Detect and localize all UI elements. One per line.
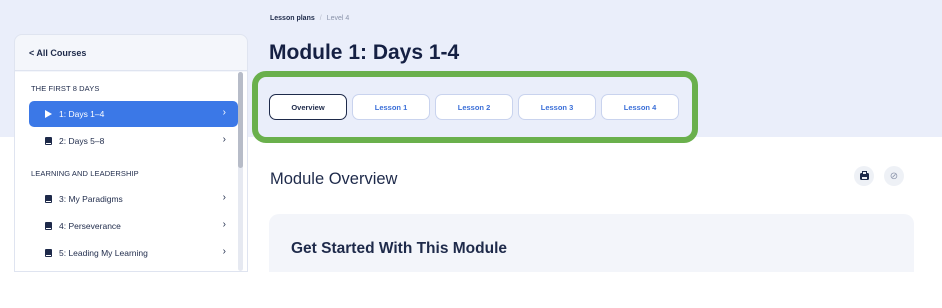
breadcrumb-current: Level 4 bbox=[326, 15, 350, 22]
sidebar-item-label: 3: My Paradigms bbox=[59, 194, 123, 204]
book-icon bbox=[43, 195, 53, 203]
sidebar-item-my-paradigms[interactable]: 3: My Paradigms › bbox=[29, 186, 238, 212]
sidebar-section-first-8-days: THE FIRST 8 DAYS bbox=[31, 84, 100, 93]
sidebar-item-leading-my-learning[interactable]: 5: Leading My Learning › bbox=[29, 240, 238, 266]
tab-overview[interactable]: Overview bbox=[269, 94, 347, 120]
tab-label: Lesson 3 bbox=[540, 102, 574, 112]
page-title: Module 1: Days 1-4 bbox=[269, 41, 460, 64]
tab-label: Lesson 1 bbox=[374, 102, 408, 112]
sidebar-item-days-5-8[interactable]: 2: Days 5–8 › bbox=[29, 128, 238, 154]
print-button[interactable] bbox=[854, 166, 874, 186]
book-icon bbox=[43, 137, 53, 145]
chevron-right-icon: › bbox=[222, 192, 226, 203]
tab-label: Lesson 2 bbox=[457, 102, 491, 112]
course-sidebar: < All Courses THE FIRST 8 DAYS 1: Days 1… bbox=[14, 34, 248, 272]
sidebar-item-label: 1: Days 1–4 bbox=[59, 109, 105, 119]
all-courses-label: < All Courses bbox=[29, 47, 87, 58]
copy-link-button[interactable]: ⊘ bbox=[884, 166, 904, 186]
printer-icon bbox=[859, 170, 869, 180]
get-started-card: Get Started With This Module bbox=[269, 214, 914, 272]
chevron-right-icon: › bbox=[222, 246, 226, 257]
breadcrumb: Lesson plans / Level 4 bbox=[270, 15, 349, 22]
tab-label: Overview bbox=[291, 102, 325, 112]
sidebar-item-label: 5: Leading My Learning bbox=[59, 248, 148, 258]
tab-lesson-2[interactable]: Lesson 2 bbox=[435, 94, 513, 120]
sidebar-item-label: 2: Days 5–8 bbox=[59, 136, 105, 146]
tab-lesson-3[interactable]: Lesson 3 bbox=[518, 94, 596, 120]
play-icon bbox=[43, 110, 53, 118]
lesson-tabs: Overview Lesson 1 Lesson 2 Lesson 3 Less… bbox=[269, 94, 679, 120]
all-courses-link[interactable]: < All Courses bbox=[15, 35, 247, 71]
link-icon: ⊘ bbox=[889, 170, 899, 182]
book-icon bbox=[43, 249, 53, 257]
sidebar-list: THE FIRST 8 DAYS 1: Days 1–4 › 2: Days 5… bbox=[15, 72, 247, 271]
sidebar-scrollbar-thumb[interactable] bbox=[238, 72, 243, 168]
sidebar-item-days-1-4[interactable]: 1: Days 1–4 › bbox=[29, 101, 238, 127]
module-overview-title: Module Overview bbox=[270, 170, 398, 188]
page-bottom bbox=[0, 272, 942, 308]
tab-label: Lesson 4 bbox=[623, 102, 657, 112]
tab-lesson-1[interactable]: Lesson 1 bbox=[352, 94, 430, 120]
sidebar-section-learning-leadership: LEARNING AND LEADERSHIP bbox=[31, 169, 139, 178]
breadcrumb-lesson-plans[interactable]: Lesson plans bbox=[270, 15, 315, 22]
book-icon bbox=[43, 222, 53, 230]
chevron-right-icon: › bbox=[222, 107, 226, 118]
breadcrumb-separator: / bbox=[319, 15, 322, 22]
tab-lesson-4[interactable]: Lesson 4 bbox=[601, 94, 679, 120]
chevron-right-icon: › bbox=[222, 219, 226, 230]
chevron-right-icon: › bbox=[222, 134, 226, 145]
card-title: Get Started With This Module bbox=[291, 240, 508, 257]
sidebar-item-perseverance[interactable]: 4: Perseverance › bbox=[29, 213, 238, 239]
sidebar-item-label: 4: Perseverance bbox=[59, 221, 121, 231]
